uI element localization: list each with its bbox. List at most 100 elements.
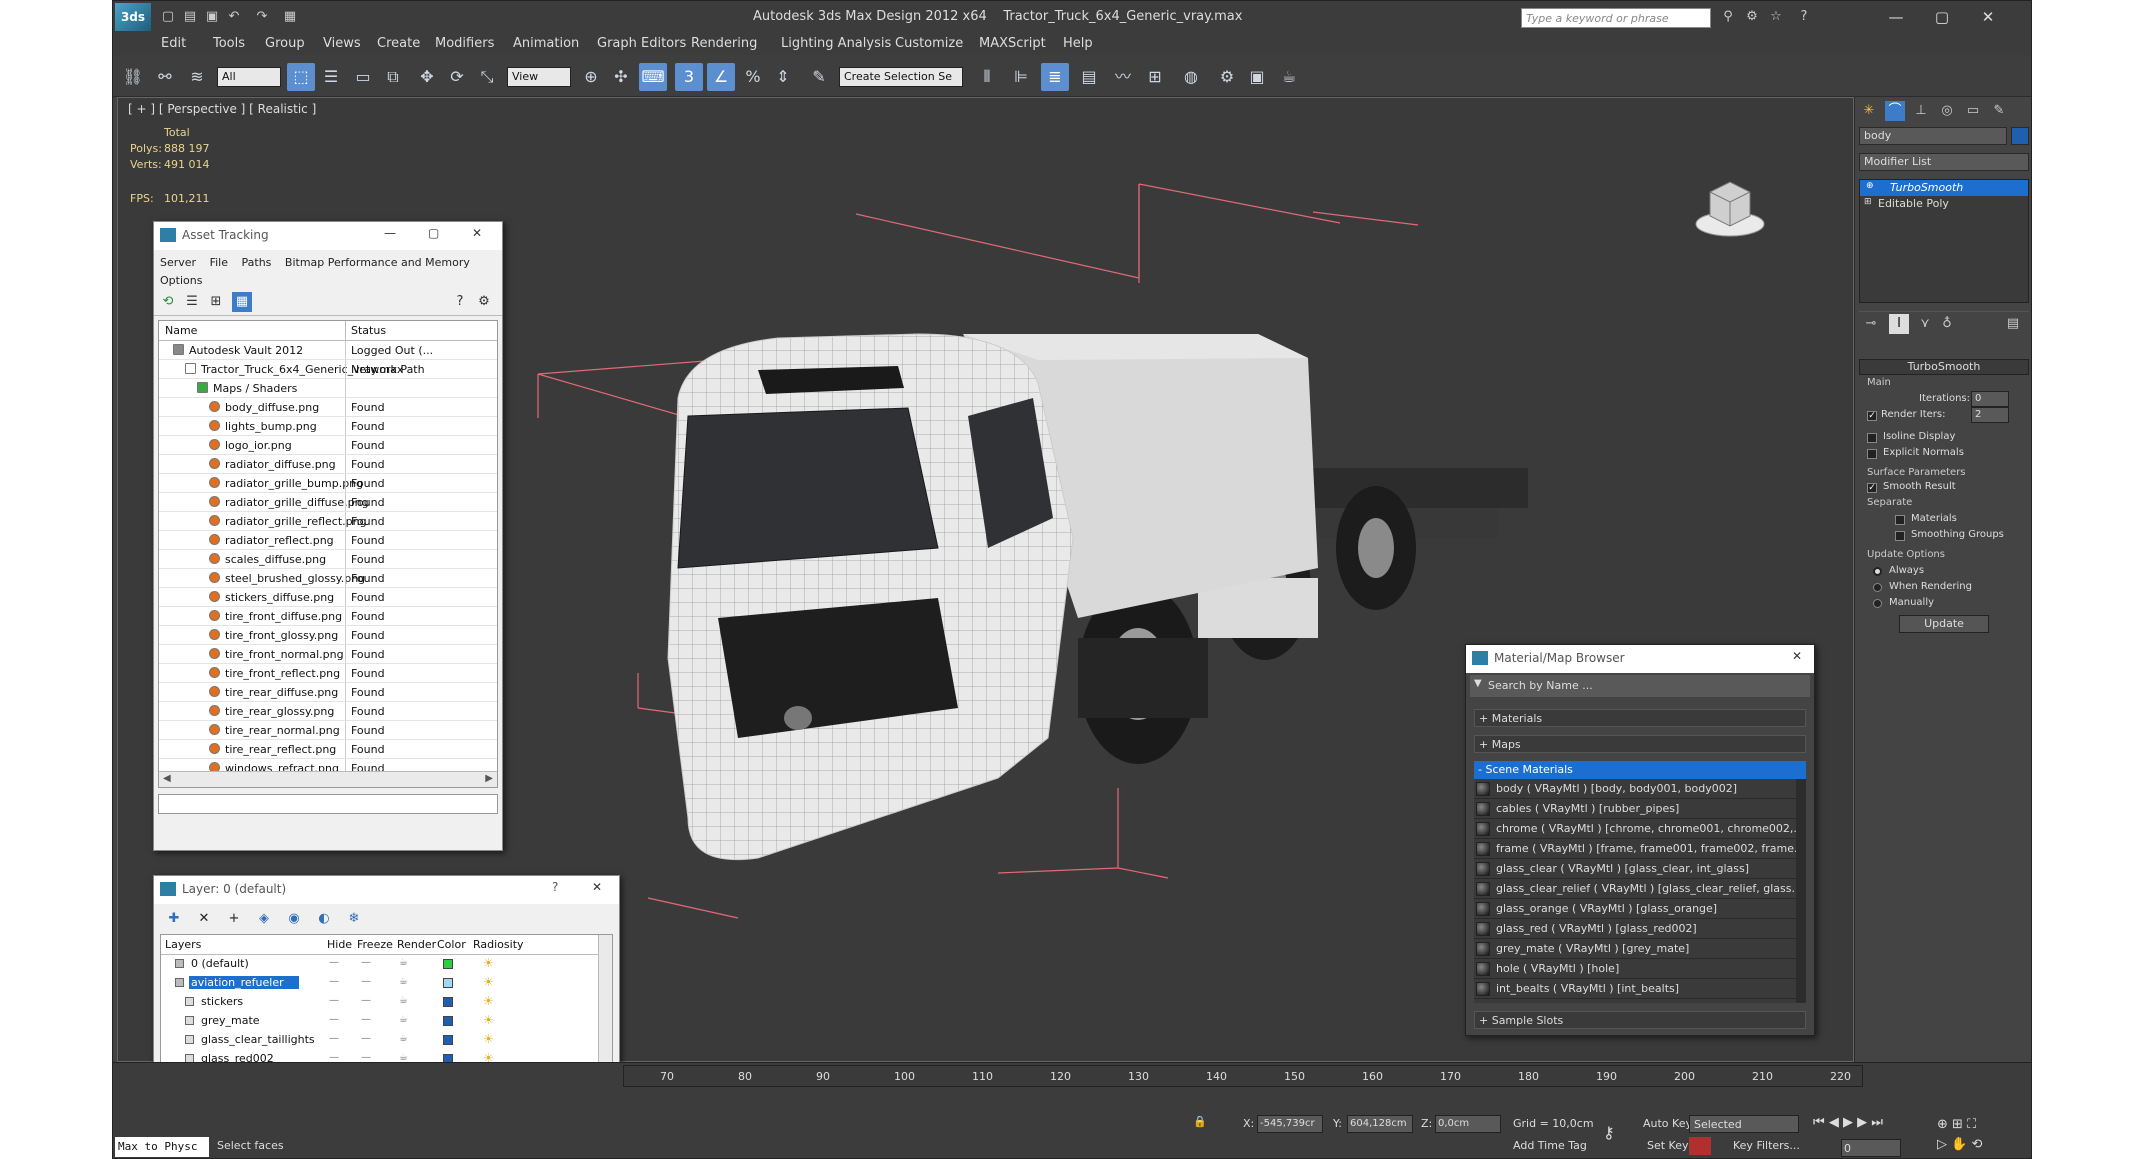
percent-snap-icon[interactable]: % — [739, 63, 767, 91]
materials-group[interactable]: + Materials — [1474, 709, 1806, 727]
asset-row[interactable]: radiator_diffuse.png Found — [159, 455, 497, 474]
asset-menu-options[interactable]: Options — [160, 274, 202, 287]
search-options-icon[interactable]: ▼ — [1474, 678, 1482, 689]
hide-toggle[interactable]: — — [329, 957, 339, 968]
binoculars-icon[interactable]: ⚲ — [1717, 7, 1739, 27]
set-key-button[interactable]: Set Key — [1647, 1139, 1689, 1152]
select-manipulate-icon[interactable]: ✣ — [607, 63, 635, 91]
material-search-input[interactable]: Search by Name ... — [1488, 679, 1593, 692]
undo-icon[interactable]: ↶ — [223, 7, 245, 27]
column-color[interactable]: Color — [437, 938, 466, 951]
bind-space-warp-icon[interactable]: ≋ — [183, 63, 211, 91]
redo-icon[interactable]: ↷ — [251, 7, 273, 27]
asset-row[interactable]: radiator_grille_diffuse.png Found — [159, 493, 497, 512]
show-end-result-icon[interactable]: I — [1889, 314, 1909, 334]
menu-group[interactable]: Group — [265, 36, 305, 51]
column-radiosity[interactable]: Radiosity — [473, 938, 524, 951]
render-toggle[interactable]: ☕ — [399, 957, 408, 968]
scene-material-item[interactable]: frame ( VRayMtl ) [frame, frame001, fram… — [1474, 839, 1806, 859]
selected-dropdown[interactable]: Selected — [1689, 1115, 1799, 1133]
make-unique-icon[interactable]: ⋎ — [1915, 314, 1935, 334]
minimize-button[interactable]: — — [1873, 3, 1919, 31]
asset-row[interactable]: tire_front_diffuse.png Found — [159, 607, 497, 626]
asset-path-field[interactable] — [158, 794, 498, 814]
menu-animation[interactable]: Animation — [513, 36, 579, 51]
maximize-button[interactable]: ▢ — [1919, 3, 1965, 31]
sample-slots-group[interactable]: + Sample Slots — [1474, 1011, 1806, 1029]
set-key-icon[interactable] — [1689, 1137, 1711, 1155]
maxscript-listener[interactable]: Max to Physc — [115, 1137, 209, 1157]
scene-material-item[interactable]: int_bealts ( VRayMtl ) [int_bealts] — [1474, 979, 1806, 999]
select-by-name-icon[interactable]: ☰ — [317, 63, 345, 91]
close-icon[interactable]: ✕ — [1792, 649, 1802, 663]
new-file-icon[interactable]: ▢ — [157, 7, 179, 27]
hide-all-icon[interactable]: ◐ — [314, 909, 334, 929]
menu-tools[interactable]: Tools — [213, 36, 245, 51]
close-icon[interactable]: ✕ — [592, 880, 602, 894]
separate-groups-checkbox[interactable] — [1895, 531, 1905, 541]
utilities-tab-icon[interactable]: ✎ — [1989, 101, 2009, 121]
asset-row[interactable]: radiator_grille_bump.png Found — [159, 474, 497, 493]
lock-selection-icon[interactable]: 🔒 — [1193, 1115, 1207, 1128]
asset-row[interactable]: tire_front_normal.png Found — [159, 645, 497, 664]
maps-group[interactable]: + Maps — [1474, 735, 1806, 753]
zoom-extents-icon[interactable]: ⛶ — [1967, 1117, 1976, 1132]
asset-hscrollbar[interactable]: ◀ ▶ — [159, 771, 497, 787]
help-icon[interactable]: ? — [1793, 7, 1815, 27]
unlink-icon[interactable]: ⚯ — [151, 63, 179, 91]
layer-row[interactable]: 0 (default) — — ☕ ☀ — [161, 955, 612, 974]
radiosity-icon[interactable]: ☀ — [483, 994, 494, 1008]
scene-material-item[interactable]: glass_red ( VRayMtl ) [glass_red002] — [1474, 919, 1806, 939]
pin-stack-icon[interactable]: ⊸ — [1861, 314, 1881, 334]
separate-materials-checkbox[interactable] — [1895, 515, 1905, 525]
scene-material-item[interactable]: grey_mate ( VRayMtl ) [grey_mate] — [1474, 939, 1806, 959]
asset-row[interactable]: radiator_grille_reflect.png Found — [159, 512, 497, 531]
next-frame-icon[interactable]: ▶ — [1857, 1115, 1867, 1130]
column-layers[interactable]: Layers — [165, 938, 201, 951]
asset-row[interactable]: Maps / Shaders — [159, 379, 497, 398]
asset-row[interactable]: tire_rear_diffuse.png Found — [159, 683, 497, 702]
goto-start-icon[interactable]: ⏮ — [1813, 1115, 1825, 1130]
layer-manager-icon[interactable]: ≣ — [1041, 63, 1069, 91]
freeze-all-icon[interactable]: ❄ — [344, 909, 364, 929]
favorites-icon[interactable]: ☆ — [1765, 7, 1787, 27]
layer-row[interactable]: aviation_refueler — — ☕ ☀ — [161, 974, 612, 993]
radiosity-icon[interactable]: ☀ — [483, 975, 494, 989]
render-toggle[interactable]: ☕ — [399, 995, 408, 1006]
menu-edit[interactable]: Edit — [161, 36, 186, 51]
asset-row[interactable]: steel_brushed_glossy.png Found — [159, 569, 497, 588]
render-toggle[interactable]: ☕ — [399, 1033, 408, 1044]
scene-material-item[interactable]: glass_clear_relief ( VRayMtl ) [glass_cl… — [1474, 879, 1806, 899]
y-coordinate-field[interactable]: 604,128cm — [1347, 1115, 1413, 1133]
maximize-icon[interactable]: ▢ — [428, 226, 439, 240]
asset-row[interactable]: scales_diffuse.png Found — [159, 550, 497, 569]
asset-row[interactable]: tire_rear_reflect.png Found — [159, 740, 497, 759]
rollout-title[interactable]: TurboSmooth — [1859, 359, 2029, 375]
column-freeze[interactable]: Freeze — [357, 938, 393, 951]
update-button[interactable]: Update — [1899, 615, 1989, 633]
add-to-layer-icon[interactable]: + — [224, 909, 244, 929]
z-coordinate-field[interactable]: 0,0cm — [1435, 1115, 1501, 1133]
radiosity-icon[interactable]: ☀ — [483, 1013, 494, 1027]
curve-editor-icon[interactable]: 〰 — [1109, 63, 1137, 91]
radiosity-icon[interactable]: ☀ — [483, 956, 494, 970]
layer-manager-title-bar[interactable]: Layer: 0 (default) ? ✕ — [154, 876, 619, 904]
project-folder-icon[interactable]: ▦ — [279, 7, 301, 27]
manually-radio[interactable] — [1873, 599, 1882, 608]
render-production-icon[interactable]: ☕ — [1275, 63, 1303, 91]
render-toggle[interactable]: ☕ — [399, 1014, 408, 1025]
menu-views[interactable]: Views — [323, 36, 361, 51]
menu-create[interactable]: Create — [377, 36, 420, 51]
modify-tab-icon[interactable]: ⌒ — [1885, 101, 1905, 121]
hide-toggle[interactable]: — — [329, 1014, 339, 1025]
help-icon[interactable]: ? — [450, 292, 470, 312]
remove-modifier-icon[interactable]: ♁ — [1937, 314, 1957, 334]
play-icon[interactable]: ▶ — [1843, 1115, 1853, 1130]
iterations-spinner[interactable]: 0 — [1971, 391, 2009, 407]
timeline-track[interactable]: 70 80 90 100 110 120 130 140 150 160 170 180 190 200 2… — [623, 1065, 1863, 1087]
menu-help[interactable]: Help — [1063, 36, 1093, 51]
current-frame-field[interactable]: 0 — [1841, 1139, 1901, 1157]
material-browser-title-bar[interactable]: Material/Map Browser ✕ — [1466, 645, 1814, 673]
layer-color-swatch[interactable] — [443, 997, 453, 1007]
edit-named-selection-icon[interactable]: ✎ — [805, 63, 833, 91]
